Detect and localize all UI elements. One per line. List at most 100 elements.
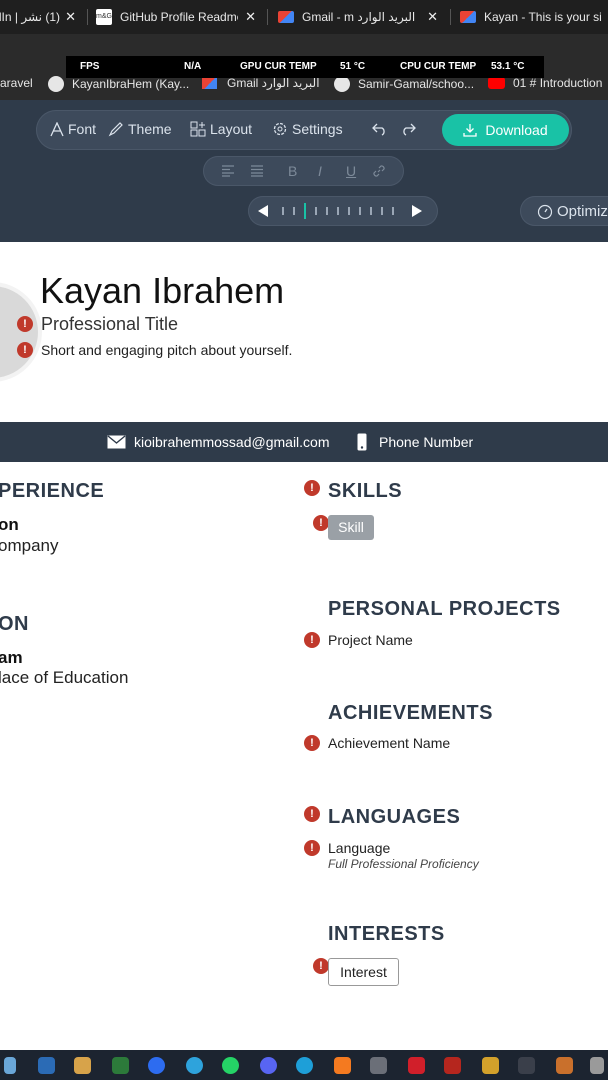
xampp-icon[interactable] [334,1057,351,1074]
triangle-right-icon[interactable] [410,204,424,218]
close-icon[interactable]: ✕ [65,9,76,25]
bookmark-label: Gmail البريد الوارد [227,76,320,90]
tab-separator [267,9,268,25]
font-label: Font [68,121,97,137]
app-icon[interactable] [444,1057,461,1074]
tab-gmail-inbox[interactable]: البريد الوارد Gmail - m ✕ [278,0,444,34]
slider-thumb[interactable] [304,203,306,219]
start-icon[interactable] [4,1057,16,1074]
theme-button[interactable]: Theme [108,121,172,137]
underline-button[interactable]: U [346,163,356,179]
education-place[interactable]: lace of Education [0,668,128,688]
profile-photo[interactable] [0,282,42,382]
interest-tag[interactable]: Interest [328,958,399,986]
skill-tag[interactable]: Skill [328,515,374,540]
resume-pitch[interactable]: Short and engaging pitch about yourself. [41,342,292,358]
gmail-icon [278,11,294,23]
telegram-icon[interactable] [186,1057,203,1074]
whatsapp-icon[interactable] [222,1057,239,1074]
achievements-heading[interactable]: ACHIEVEMENTS [328,702,493,725]
achievement-name[interactable]: Achievement Name [328,735,450,751]
projects-heading[interactable]: PERSONAL PROJECTS [328,598,561,621]
contact-email[interactable]: kioibrahemmossad@gmail.com [134,434,330,450]
resume-name[interactable]: Kayan Ibrahem [40,270,284,312]
browser-tab-bar: (1) نشر | lIn ✕ m&G GitHub Profile Readm… [0,0,608,34]
contact-phone[interactable]: Phone Number [379,434,473,450]
cpu-temp-value: 53.1 °C [491,61,525,72]
amd-icon[interactable] [408,1057,425,1074]
project-name[interactable]: Project Name [328,632,413,648]
triangle-left-icon[interactable] [256,204,270,218]
align-left-icon[interactable] [221,165,235,177]
layout-icon [190,121,206,137]
close-icon[interactable]: ✕ [427,9,438,25]
monitor-icon[interactable] [112,1057,129,1074]
bookmark-youtube[interactable]: 01 # Introduction [488,76,602,90]
redo-icon[interactable] [400,122,416,136]
app-icon[interactable] [590,1057,604,1074]
gear-icon [273,122,287,136]
bookmark-laravel[interactable]: aravel [0,76,33,90]
warning-icon: ! [304,735,320,751]
experience-role[interactable]: on [0,515,19,535]
experience-company[interactable]: ompany [0,536,58,556]
bookmark-gmail[interactable]: Gmail البريد الوارد [202,76,320,90]
education-heading[interactable]: ON [0,613,29,636]
fps-label: FPS [80,61,100,72]
slider-tick [359,207,361,215]
paint-icon[interactable] [74,1057,91,1074]
discord-icon[interactable] [260,1057,277,1074]
undo-icon[interactable] [372,122,388,136]
experience-heading[interactable]: PERIENCE [0,480,104,503]
download-button[interactable]: Download [442,114,569,146]
warning-icon: ! [304,480,320,496]
cpu-temp-label: CPU CUR TEMP [400,61,477,72]
warning-icon: ! [304,840,320,856]
align-justify-icon[interactable] [250,165,264,177]
app-icon[interactable] [482,1057,499,1074]
bookmark-label: Samir-Gamal/schoo... [358,77,475,91]
brush-icon [108,122,123,137]
font-button[interactable]: Font [50,121,96,137]
interests-heading[interactable]: INTERESTS [328,923,445,946]
link-icon[interactable] [372,164,386,178]
italic-button[interactable]: I [318,163,322,179]
theme-label: Theme [128,121,172,137]
settings-button[interactable]: Settings [272,121,343,137]
settings-label: Settings [292,121,343,137]
bookmark-label: KayanIbraHem (Kay... [72,77,190,91]
app-icon[interactable] [370,1057,387,1074]
slider-tick [348,207,350,215]
edge-icon[interactable] [296,1057,313,1074]
github-icon [48,76,64,92]
gauge-icon [537,204,553,219]
resume-title[interactable]: Professional Title [41,314,178,335]
app-icon[interactable] [518,1057,535,1074]
zoom-icon[interactable] [148,1057,165,1074]
language-proficiency[interactable]: Full Professional Proficiency [328,857,479,871]
slider-tick [370,207,372,215]
layout-button[interactable]: Layout [190,121,252,137]
bold-button[interactable]: B [288,163,297,179]
language-name[interactable]: Language [328,840,390,856]
tab-linkedin[interactable]: (1) نشر | lIn ✕ [0,0,82,34]
tab-separator [87,9,88,25]
file-explorer-icon[interactable] [38,1057,55,1074]
slider-tick [293,207,295,215]
close-icon[interactable]: ✕ [245,9,256,25]
skills-heading[interactable]: SKILLS [328,480,402,503]
fps-value: N/A [184,61,202,72]
tab-github-readme[interactable]: m&G GitHub Profile Readme ✕ [96,0,262,34]
warning-icon: ! [17,316,33,332]
warning-icon: ! [313,958,329,974]
contact-bar: kioibrahemmossad@gmail.com Phone Number [0,422,608,462]
app-icon[interactable] [556,1057,573,1074]
slider-tick [326,207,328,215]
bookmark-github-kayan[interactable]: KayanIbraHem (Kay... [48,76,189,92]
languages-heading[interactable]: LANGUAGES [328,806,460,829]
bookmark-github-samir[interactable]: Samir-Gamal/schoo... [334,76,474,92]
tab-label: (1) نشر | lIn [0,10,60,24]
tab-gmail-kayan[interactable]: Kayan - This is your si [460,0,608,34]
slider-tick [282,207,284,215]
education-program[interactable]: am [0,648,23,668]
